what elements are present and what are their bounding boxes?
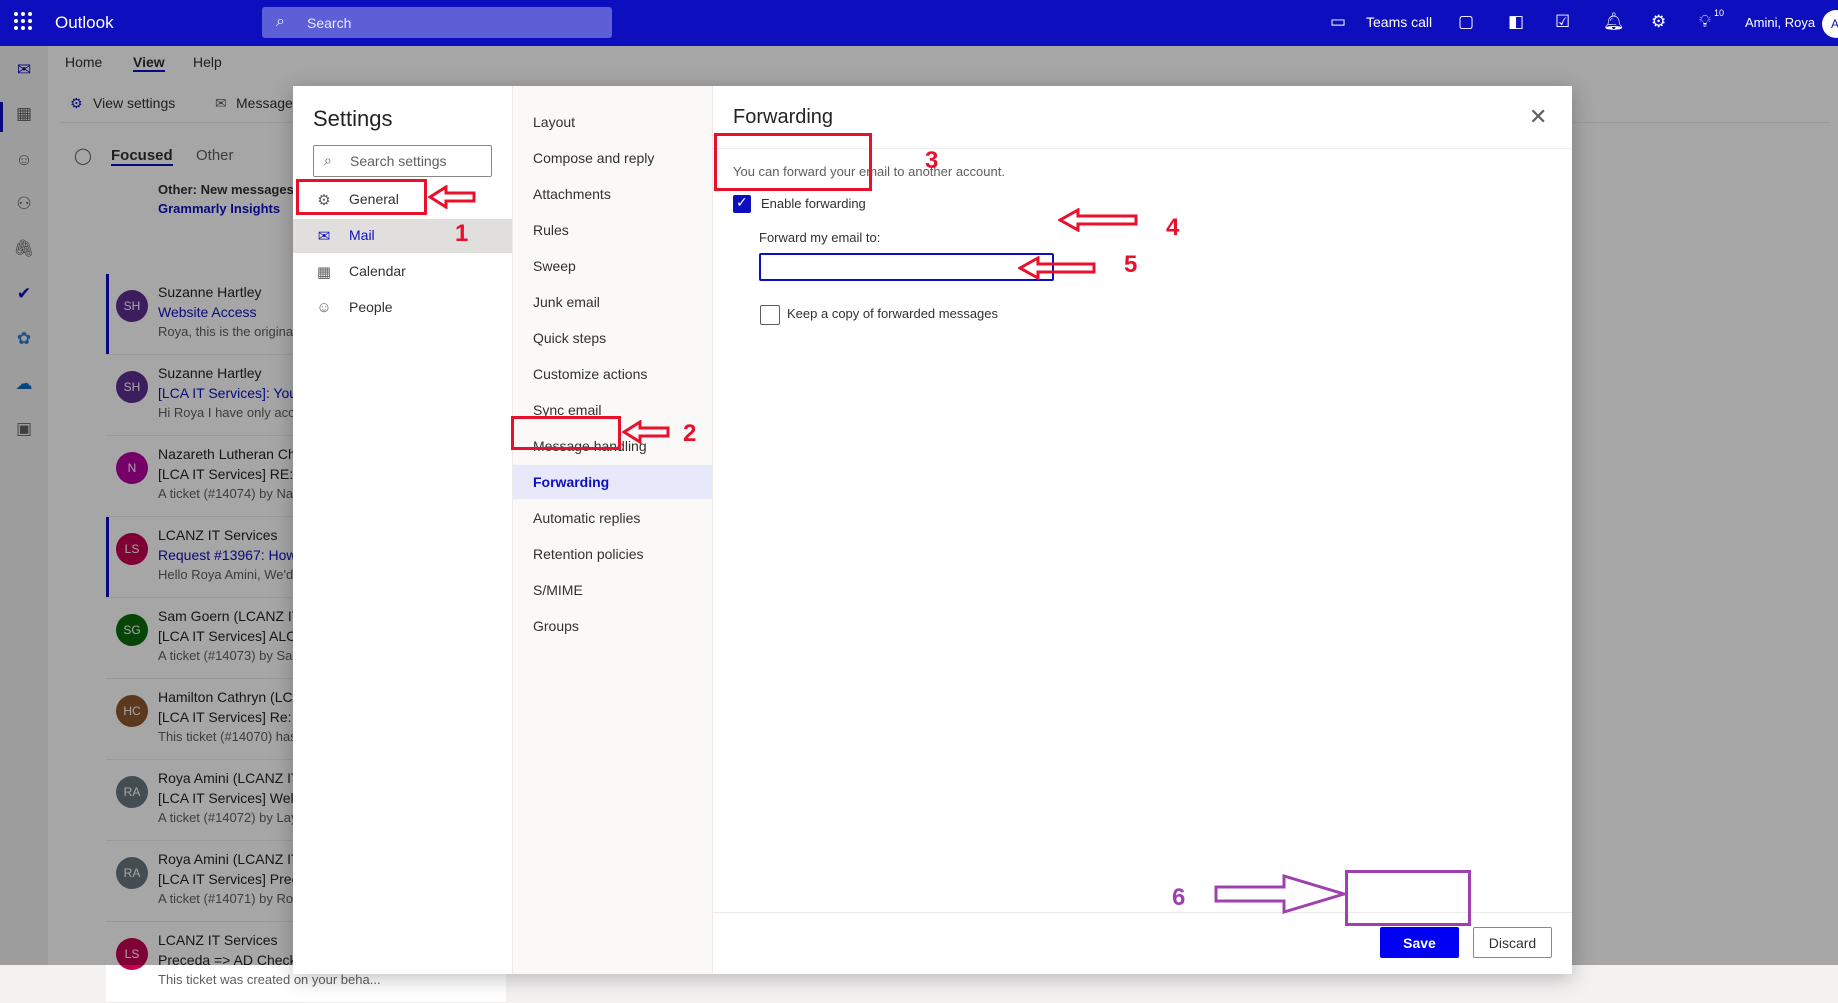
section-label: S/MIME [533,582,583,598]
mail-icon: ✉ [317,228,331,245]
todo-icon[interactable]: ☑ [1555,12,1570,32]
category-mail[interactable]: ✉ Mail [293,219,512,253]
section-sweep[interactable]: Sweep [513,249,712,283]
search-icon: ⌕ [324,152,332,168]
annotation-number-6: 6 [1172,884,1186,911]
section-label: Automatic replies [533,510,641,526]
section-label: Quick steps [533,330,607,346]
notification-bell-icon[interactable]: 🔔︎ [1603,12,1625,32]
settings-gear-icon[interactable]: ⚙ [1651,12,1666,32]
app-name[interactable]: Outlook [55,13,114,33]
section-retention-policies[interactable]: Retention policies [513,537,712,571]
annotation-arrow-4 [1058,208,1138,232]
discard-button[interactable]: Discard [1473,927,1552,958]
keep-copy-label: Keep a copy of forwarded messages [787,306,999,321]
user-name[interactable]: Amini, Roya [1745,15,1815,30]
annotation-number-1: 1 [455,220,469,247]
section-label: Junk email [533,294,600,310]
annotation-arrow-5 [1018,256,1096,280]
avatar-initial: A [1831,17,1838,31]
tips-badge: 10 [1714,8,1725,18]
forward-to-email-input[interactable] [759,253,1054,281]
video-call-icon[interactable]: ▭ [1330,12,1346,32]
chat-icon[interactable]: ▢ [1458,12,1474,32]
section-compose-and-reply[interactable]: Compose and reply [513,141,712,175]
settings-title: Settings [313,106,393,131]
calendar-icon: ▦ [316,264,332,281]
annotation-number-4: 4 [1166,214,1180,241]
category-calendar[interactable]: ▦ Calendar [293,255,512,289]
category-people[interactable]: ☺ People [293,291,512,325]
section-label: Compose and reply [533,150,655,166]
close-icon[interactable]: ✕ [1529,104,1547,130]
annotation-arrow-1 [428,185,476,209]
forward-to-label: Forward my email to: [759,230,881,245]
annotation-arrow-2 [622,420,670,444]
category-label: People [349,299,393,315]
section-label: Customize actions [533,366,648,382]
section-automatic-replies[interactable]: Automatic replies [513,501,712,535]
category-label: Calendar [349,263,406,279]
annotation-number-3: 3 [925,147,939,174]
teams-call-button[interactable]: Teams call [1366,14,1432,30]
search-icon: ⌕ [276,13,285,30]
keep-copy-checkbox[interactable] [760,305,780,325]
annotation-box-mail [296,179,427,215]
modal-overlay: Settings ⌕ Search settings ⚙ General ✉ M… [0,46,1838,974]
top-bar: Outlook ⌕ Search ▭ Teams call ▢ ◧ ☑ 🔔︎ ⚙… [0,0,1838,46]
settings-search-input[interactable]: ⌕ Search settings [313,145,492,177]
section-label: Layout [533,114,576,130]
annotation-number-2: 2 [683,420,697,447]
section-label: Rules [533,222,569,238]
section-junk-email[interactable]: Junk email [513,285,712,319]
section-groups[interactable]: Groups [513,609,712,643]
app-launcher-icon[interactable] [14,12,34,32]
enable-forwarding-checkbox[interactable] [733,194,751,213]
avatar[interactable]: A [1822,10,1838,38]
section-quick-steps[interactable]: Quick steps [513,321,712,355]
section-layout[interactable]: Layout [513,105,712,139]
mail-preview: This ticket was created on your beha... [158,972,381,987]
section-s-mime[interactable]: S/MIME [513,573,712,607]
enable-forwarding-label: Enable forwarding [761,196,866,211]
pane-title: Forwarding [733,106,834,128]
save-button[interactable]: Save [1380,927,1459,958]
annotation-box-forwarding [511,416,621,450]
mail-settings-sections: Layout Compose and reply Attachments Rules S… [513,86,713,974]
section-customize-actions[interactable]: Customize actions [513,357,712,391]
annotation-box-enable [714,133,872,191]
people-icon: ☺ [316,299,332,316]
category-label: Mail [349,227,375,243]
settings-search-placeholder: Search settings [350,153,447,169]
section-forwarding[interactable]: Forwarding [513,465,712,499]
annotation-box-save [1345,870,1471,926]
section-rules[interactable]: Rules [513,213,712,247]
section-attachments[interactable]: Attachments [513,177,712,211]
search-input[interactable]: ⌕ Search [262,7,612,38]
section-label: Attachments [533,186,611,202]
forwarding-pane: Forwarding ✕ You can forward your email … [713,86,1572,974]
search-placeholder: Search [307,15,352,31]
section-label: Sweep [533,258,576,274]
settings-categories: Settings ⌕ Search settings ⚙ General ✉ M… [293,86,513,974]
section-label: Forwarding [533,474,610,490]
office-icon[interactable]: ◧ [1508,12,1524,32]
section-label: Retention policies [533,546,644,562]
tips-lightbulb-icon[interactable]: 💡︎ [1699,12,1711,32]
settings-dialog: Settings ⌕ Search settings ⚙ General ✉ M… [293,86,1572,974]
annotation-arrow-6 [1214,873,1348,915]
annotation-number-5: 5 [1124,251,1138,278]
section-label: Groups [533,618,579,634]
